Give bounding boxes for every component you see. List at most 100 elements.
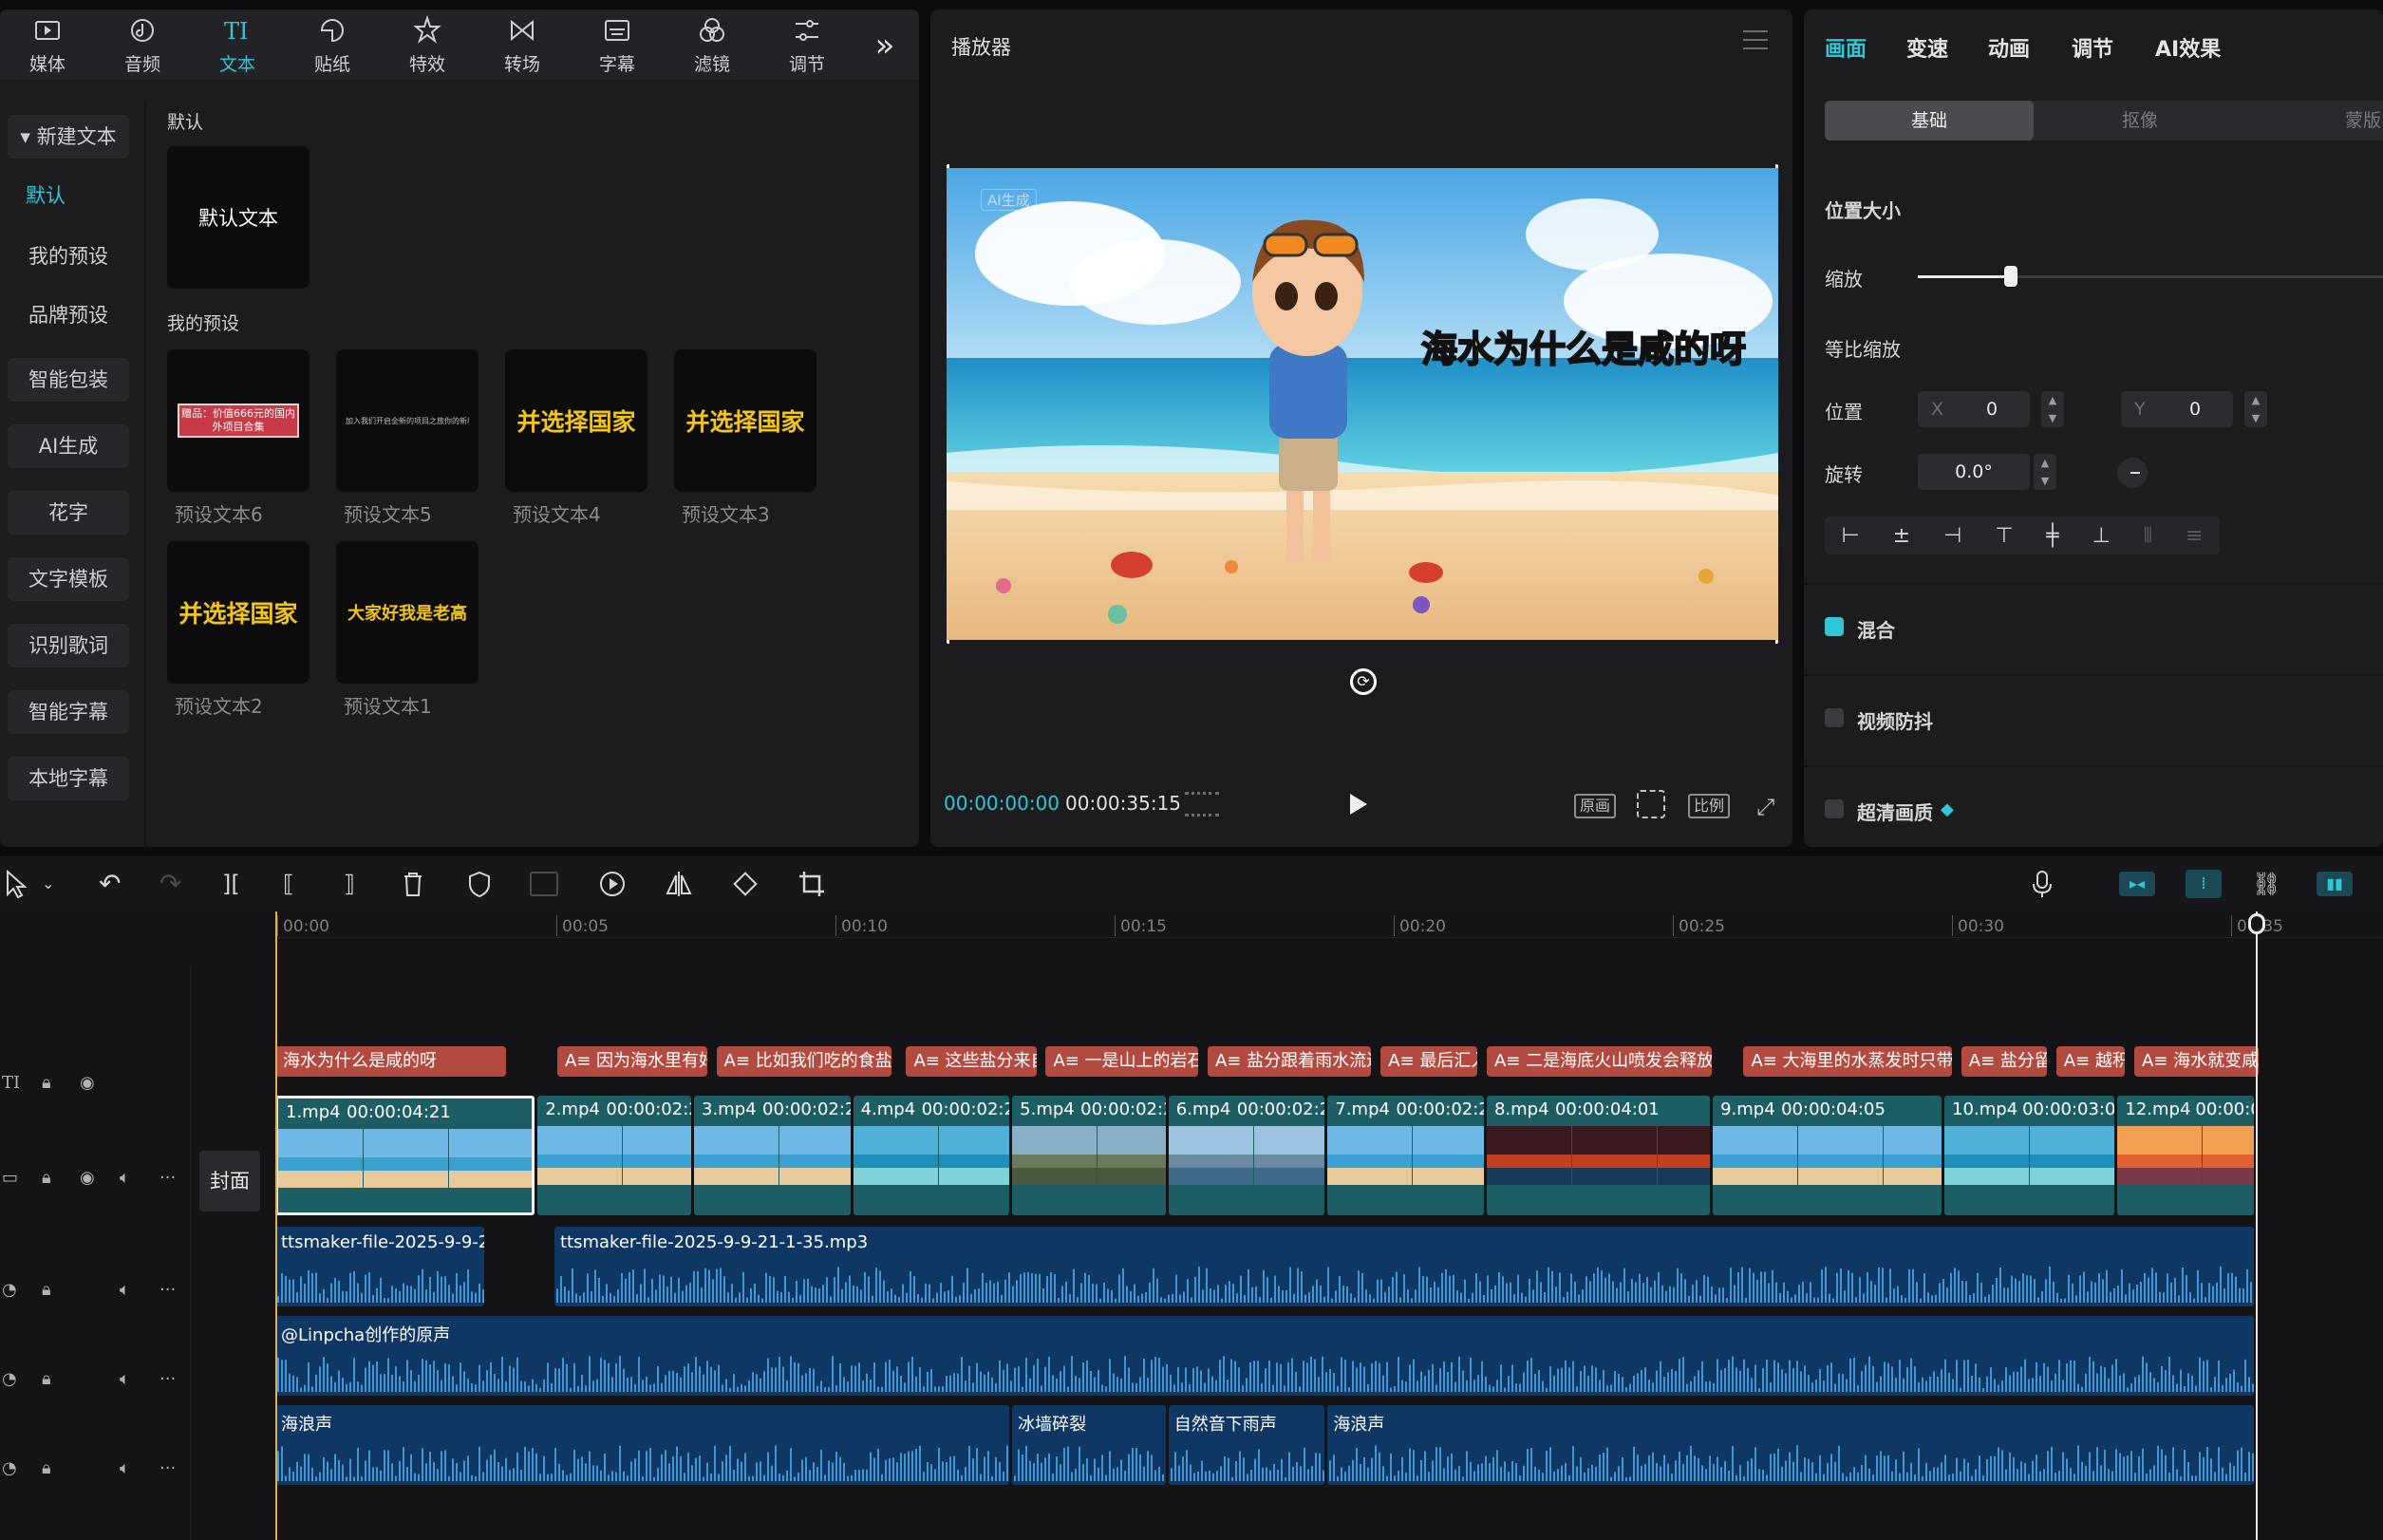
align-right-icon[interactable]: ⊣ [1943, 524, 1961, 548]
video-clip[interactable]: 9.mp4 00:00:04:05 [1713, 1096, 1942, 1215]
tab-animation[interactable]: 动画 [1988, 32, 2030, 63]
timeline[interactable]: 00:0000:0500:1000:1500:2000:2500:3000:35… [0, 911, 2383, 1540]
stabilize-checkbox[interactable] [1825, 708, 1844, 727]
trim-left-icon[interactable]: ⟦ [283, 868, 315, 900]
tab-speed[interactable]: 变速 [1906, 32, 1948, 63]
mark-shield-icon[interactable] [463, 868, 496, 900]
select-cursor-icon[interactable] [2, 868, 34, 900]
audio-clip[interactable]: ttsmaker-file-2025-9-9-20 [275, 1227, 485, 1306]
rotate-icon[interactable] [729, 868, 761, 900]
text-clip[interactable]: A≡ 一是山上的岩石 [1045, 1046, 1199, 1077]
select-mode-dropdown-icon[interactable]: ⌄ [42, 868, 74, 900]
subtab-basic[interactable]: 基础 [1825, 101, 2034, 141]
more-categories-icon[interactable]: » [864, 28, 906, 63]
scale-slider-knob[interactable] [2004, 266, 2017, 287]
default-text-card[interactable]: 默认文本 [167, 146, 310, 289]
link-icon[interactable]: ⛓ [2252, 868, 2284, 900]
category-tab-filter[interactable]: 滤镜 [665, 9, 760, 80]
audio-clip[interactable]: @Linpcha创作的原声 [275, 1316, 2255, 1396]
text-clip[interactable]: A≡ 因为海水里有好 [556, 1046, 707, 1077]
video-clip[interactable]: 1.mp4 00:00:04:21 [275, 1096, 535, 1215]
category-tab-media[interactable]: 媒体 [0, 9, 95, 80]
subnav-my-presets[interactable]: 我的预设 [8, 235, 129, 278]
align-left-icon[interactable]: ⊢ [1841, 524, 1859, 548]
preset-card-1[interactable]: 大家好我是老高 [336, 541, 478, 684]
rotate-dial-icon[interactable] [2117, 458, 2148, 488]
subnav-smart-pack[interactable]: 智能包装 [8, 358, 129, 402]
rotate-field[interactable]: 0.0° [1918, 454, 2030, 490]
category-tab-effects[interactable]: 特效 [380, 9, 475, 80]
timeline-list-icon[interactable] [1185, 792, 1219, 817]
preset-card-4[interactable]: 并选择国家 [505, 349, 647, 492]
fullscreen-icon[interactable]: ⤢ [1756, 794, 1774, 820]
subtab-cutout[interactable]: 抠像 [2036, 101, 2244, 141]
microphone-icon[interactable] [2026, 868, 2058, 900]
text-clip[interactable]: A≡ 盐分留了 [1961, 1046, 2047, 1077]
align-bottom-icon[interactable]: ⊥ [2092, 524, 2111, 548]
audio-clip[interactable]: 冰墙碎裂 [1012, 1405, 1166, 1485]
tab-adjust[interactable]: 调节 [2072, 32, 2113, 63]
delete-icon[interactable] [397, 868, 429, 900]
trim-right-icon[interactable]: ⟧ [344, 868, 376, 900]
text-clip[interactable]: A≡ 越积 [2055, 1046, 2126, 1077]
preset-card-6[interactable]: 赠品：价值666元的国内外项目合集 [167, 349, 310, 492]
playhead[interactable] [2248, 911, 2265, 1540]
video-clip[interactable]: 5.mp400:00:02:2! [1012, 1096, 1166, 1215]
category-tab-sticker[interactable]: 贴纸 [285, 9, 380, 80]
audio-clip[interactable]: ttsmaker-file-2025-9-9-21-1-35.mp3 [554, 1227, 2255, 1306]
main-track-magnet-icon[interactable]: ▸◂ [2119, 872, 2155, 896]
preview-axis-icon[interactable]: ▮▮ [2317, 872, 2353, 896]
video-clip[interactable]: 8.mp4 00:00:04:01 [1486, 1096, 1711, 1215]
x-stepper[interactable]: ▲ ▼ [2041, 391, 2064, 427]
playhead-handle-icon[interactable] [2248, 913, 2265, 934]
text-clip[interactable]: A≡ 这些盐分来自 [906, 1046, 1037, 1077]
video-clip[interactable]: 3.mp400:00:02:2! [694, 1096, 851, 1215]
play-icon[interactable] [1350, 794, 1367, 815]
video-clip[interactable]: 6.mp400:00:02:2! [1168, 1096, 1325, 1215]
align-vcenter-icon[interactable]: ╪ [2046, 524, 2058, 548]
subnav-local-subtitle[interactable]: 本地字幕 [8, 757, 129, 800]
subnav-default[interactable]: 默认 [8, 174, 84, 217]
text-clip[interactable]: A≡ 最后汇入 [1380, 1046, 1478, 1077]
category-tab-text[interactable]: TI 文本 [190, 9, 285, 80]
subnav-new-text[interactable]: ▾ 新建文本 [8, 115, 129, 159]
video-preview[interactable]: AI生成 海水为什么是咸的呀 [947, 168, 1778, 640]
time-ruler[interactable]: 00:0000:0500:1000:1500:2000:2500:3000:35 [275, 911, 2383, 938]
blend-checkbox[interactable] [1825, 617, 1844, 636]
subnav-fancy-text[interactable]: 花字 [8, 491, 129, 535]
category-tab-audio[interactable]: 音频 [95, 9, 190, 80]
preset-card-3[interactable]: 并选择国家 [674, 349, 816, 492]
y-stepper[interactable]: ▲ ▼ [2244, 391, 2267, 427]
audio-clip[interactable]: 海浪声 [275, 1405, 1010, 1485]
hd-label[interactable]: 超清画质 [1857, 798, 1933, 825]
video-clip[interactable]: 7.mp4 00:00:02:2! [1327, 1096, 1484, 1215]
split-icon[interactable]: ][ [222, 868, 254, 900]
subnav-smart-subtitle[interactable]: 智能字幕 [8, 690, 129, 734]
snap-icon[interactable]: ⁞ [2186, 870, 2222, 898]
category-tab-subtitle[interactable]: 字幕 [570, 9, 665, 80]
tab-picture[interactable]: 画面 [1825, 32, 1867, 63]
player-menu-icon[interactable] [1743, 30, 1768, 49]
align-hcenter-icon[interactable]: ± [1893, 524, 1910, 548]
blend-label[interactable]: 混合 [1857, 615, 1895, 643]
text-clip[interactable]: A≡ 二是海底火山喷发会释放 [1486, 1046, 1713, 1077]
position-size-heading[interactable]: 位置大小 [1825, 196, 1901, 223]
crop-icon[interactable] [796, 868, 828, 900]
text-clip[interactable]: A≡ 盐分跟着雨水流进 [1207, 1046, 1372, 1077]
text-clip[interactable]: A≡ 海水就变咸了 [2134, 1046, 2260, 1077]
category-tab-transition[interactable]: 转场 [475, 9, 570, 80]
hd-checkbox[interactable] [1825, 799, 1844, 818]
subtab-mask[interactable]: 蒙版 [2252, 101, 2381, 141]
text-clip[interactable]: A≡ 大海里的水蒸发时只带走 [1743, 1046, 1952, 1077]
preset-card-2[interactable]: 并选择国家 [167, 541, 310, 684]
position-y-field[interactable]: Y 0 [2121, 391, 2233, 427]
audio-clip[interactable]: 自然音下雨声 [1168, 1405, 1325, 1485]
video-clip[interactable]: 10.mp400:00:03:04 [1944, 1096, 2115, 1215]
text-clip[interactable]: 海水为什么是咸的呀 [275, 1046, 506, 1077]
undo-icon[interactable]: ↶ [99, 868, 131, 900]
original-quality-button[interactable]: 原画 [1574, 794, 1617, 818]
align-top-icon[interactable]: ⊤ [1995, 524, 2013, 548]
screenshot-icon[interactable] [1637, 790, 1665, 818]
rotate-stepper[interactable]: ▲ ▼ [2034, 454, 2056, 490]
subnav-lyrics[interactable]: 识别歌词 [8, 624, 129, 667]
